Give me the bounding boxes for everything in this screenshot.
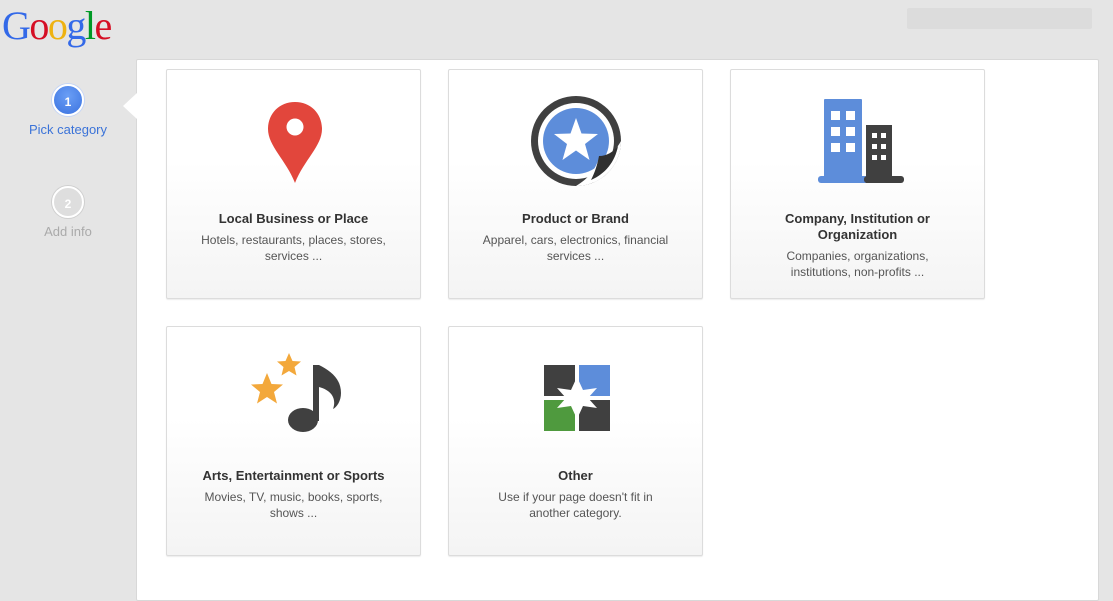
logo-letter: G: [2, 3, 31, 48]
step-pick-category[interactable]: 1 Pick category: [0, 84, 136, 137]
logo-letter: e: [94, 3, 113, 48]
category-description: Hotels, restaurants, places, stores, ser…: [201, 233, 386, 263]
logo-letter: l: [84, 3, 96, 48]
category-card-arts-entertainment[interactable]: Arts, Entertainment or Sports Movies, TV…: [166, 326, 421, 556]
logo-letter: g: [66, 3, 86, 48]
step-pointer-arrow: [123, 93, 137, 119]
step-number-badge: 2: [52, 186, 84, 218]
step-label: Pick category: [28, 122, 108, 137]
category-description: Movies, TV, music, books, sports, shows …: [204, 490, 383, 520]
account-area-placeholder: [907, 8, 1092, 29]
category-title: Local Business or Place: [218, 211, 369, 226]
star-sticker-icon: [530, 96, 621, 186]
category-description: Companies, organizations, institutions, …: [786, 249, 929, 279]
buildings-icon: [817, 99, 904, 183]
google-logo[interactable]: Google: [2, 3, 113, 48]
category-title: Other: [558, 468, 593, 483]
category-title: Product or Brand: [522, 211, 629, 226]
map-pin-icon: [267, 102, 322, 183]
category-card-local-business[interactable]: Local Business or Place Hotels, restaura…: [166, 69, 421, 299]
music-stars-icon: [250, 353, 341, 432]
category-title: Company, Institution or Organization: [785, 211, 930, 242]
step-label: Add info: [44, 224, 92, 239]
step-add-info: 2 Add info: [0, 186, 136, 239]
category-title: Arts, Entertainment or Sports: [202, 468, 385, 483]
category-card-company[interactable]: Company, Institution or Organization Com…: [730, 69, 985, 299]
category-description: Use if your page doesn't fit in another …: [498, 490, 653, 520]
category-card-other[interactable]: Other Use if your page doesn't fit in an…: [448, 326, 703, 556]
category-card-product-brand[interactable]: Product or Brand Apparel, cars, electron…: [448, 69, 703, 299]
step-number-badge: 1: [52, 84, 84, 116]
puzzle-squares-icon: [543, 365, 610, 431]
category-description: Apparel, cars, electronics, financial se…: [482, 233, 669, 263]
logo-letter: o: [47, 3, 68, 48]
logo-letter: o: [29, 3, 49, 48]
